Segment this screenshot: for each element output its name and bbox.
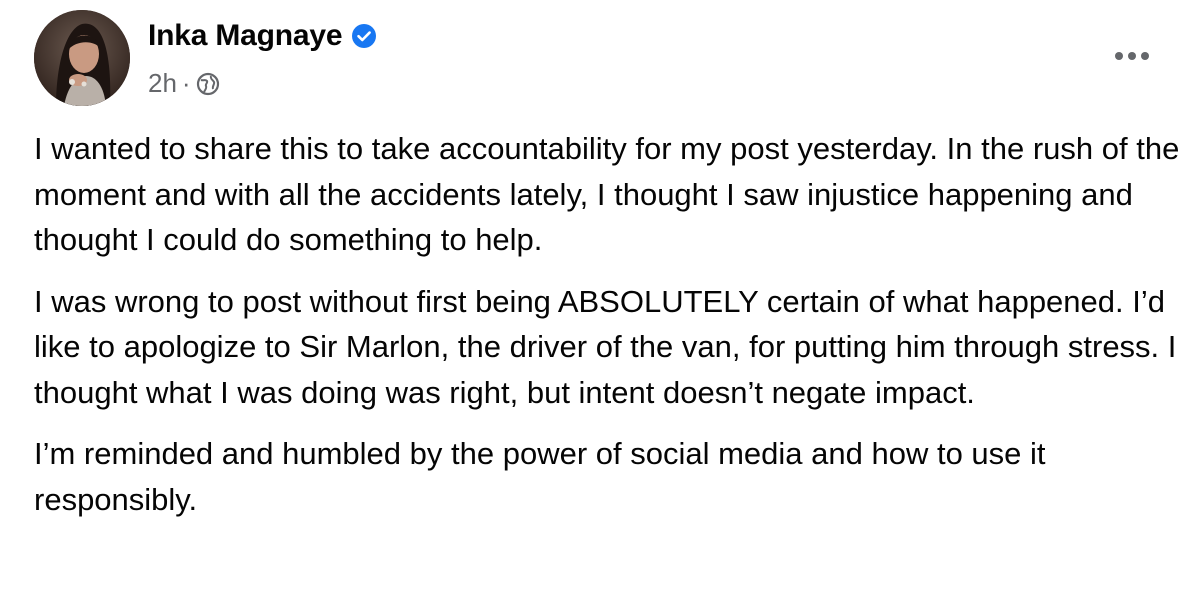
author-row: Inka Magnaye (148, 14, 377, 58)
post-paragraph: I’m reminded and humbled by the power of… (34, 436, 1046, 517)
avatar-image (34, 10, 130, 106)
author-name[interactable]: Inka Magnaye (148, 19, 343, 53)
more-options-button[interactable] (1108, 36, 1156, 76)
avatar[interactable] (34, 10, 130, 106)
post-paragraph: I wanted to share this to take accountab… (34, 131, 1180, 257)
post-subinfo: 2h · (148, 68, 377, 99)
globe-icon[interactable] (196, 72, 220, 96)
more-options-icon (1115, 52, 1149, 60)
facebook-post: Inka Magnaye 2h · I wanted to share this… (0, 0, 1200, 608)
post-text: I wanted to share this to take accountab… (34, 126, 1184, 538)
post-header: Inka Magnaye 2h · (34, 10, 377, 110)
post-paragraph: I was wrong to post without first being … (34, 283, 1177, 410)
separator-dot: · (181, 68, 191, 98)
verified-badge-icon (351, 23, 377, 49)
post-meta: Inka Magnaye 2h · (148, 14, 377, 99)
post-timestamp[interactable]: 2h (148, 68, 177, 99)
